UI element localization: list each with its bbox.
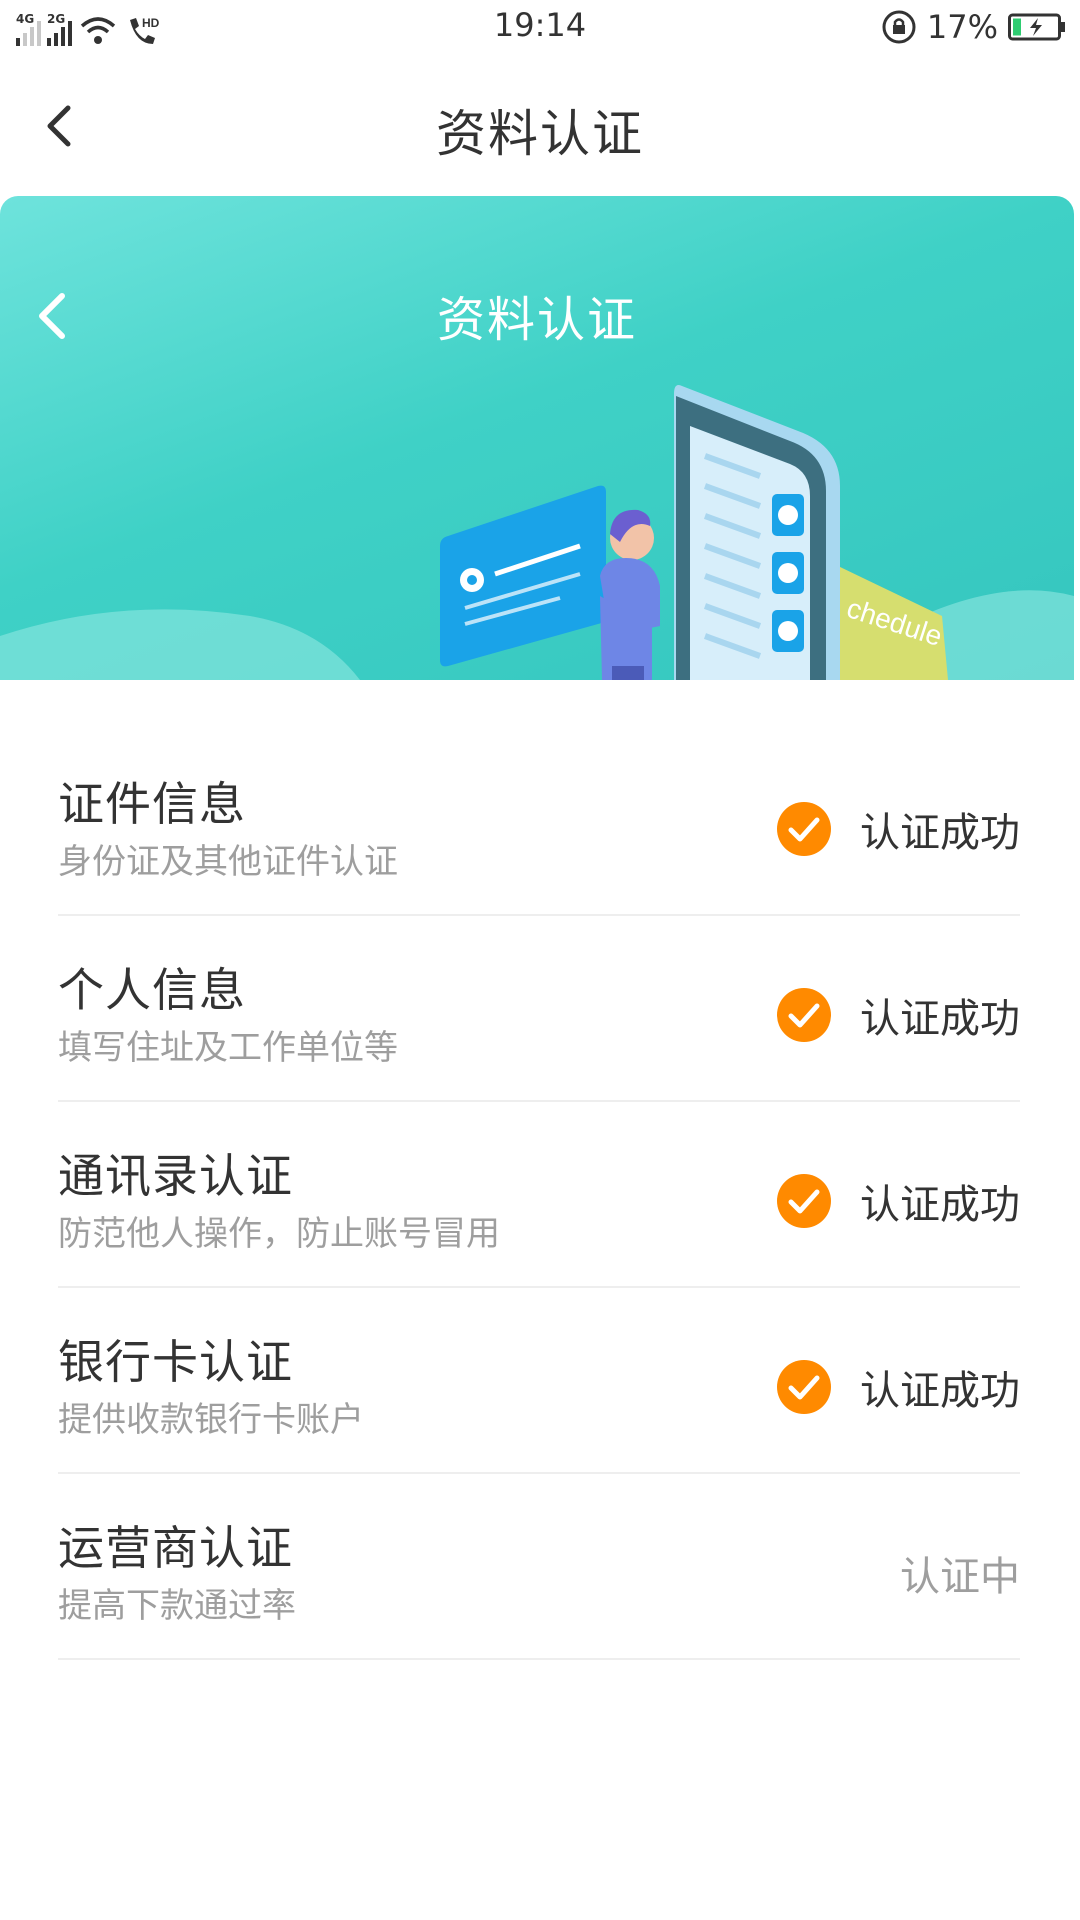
status-label: 认证成功	[860, 810, 1020, 856]
status-label: 认证成功	[860, 1182, 1020, 1228]
list-item-carrier[interactable]: 运营商认证 提高下款通过率 认证中	[58, 1474, 1020, 1660]
person-graphic	[600, 509, 660, 680]
item-subtitle: 身份证及其他证件认证	[58, 842, 398, 882]
list-item-personal-info[interactable]: 个人信息 填写住址及工作单位等 认证成功	[58, 916, 1020, 1102]
item-subtitle: 填写住址及工作单位等	[58, 1028, 398, 1068]
banner-title: 资料认证	[436, 292, 637, 348]
status-bar-right: 17%	[881, 8, 1066, 46]
item-title: 证件信息	[58, 777, 246, 831]
item-subtitle: 提供收款银行卡账户	[58, 1400, 364, 1440]
nav-bar: 资料认证	[0, 56, 1080, 196]
item-status: 认证中	[900, 1544, 1020, 1602]
item-title: 银行卡认证	[58, 1335, 293, 1389]
id-card-graphic	[440, 485, 606, 667]
verification-list: 证件信息 身份证及其他证件认证 认证成功 个人信息 填写住址及工作单位等 认证成…	[58, 730, 1020, 1660]
item-title: 通讯录认证	[58, 1149, 293, 1203]
item-status: 认证成功	[776, 1172, 1020, 1230]
check-circle-icon	[777, 802, 831, 856]
item-title: 个人信息	[58, 963, 246, 1017]
rotation-lock-icon	[882, 10, 916, 44]
battery-percent: 17%	[926, 8, 998, 46]
status-label: 认证中	[900, 1554, 1020, 1600]
banner-illustration: chedule	[0, 385, 1074, 680]
page-title: 资料认证	[436, 105, 644, 163]
status-label: 认证成功	[860, 1368, 1020, 1414]
status-bar: 4G 2G HD 19:14 17%	[0, 0, 1080, 56]
check-circle-icon	[777, 988, 831, 1042]
item-subtitle: 防范他人操作，防止账号冒用	[58, 1214, 500, 1254]
battery-charging-icon	[1008, 13, 1065, 41]
item-title: 运营商认证	[58, 1521, 293, 1575]
banner: chedule 资料认证	[0, 196, 1074, 680]
item-status: 认证成功	[776, 986, 1020, 1044]
item-status: 认证成功	[776, 800, 1020, 858]
list-item-bank-card[interactable]: 银行卡认证 提供收款银行卡账户 认证成功	[58, 1288, 1020, 1474]
check-circle-icon	[777, 1174, 831, 1228]
list-item-id-info[interactable]: 证件信息 身份证及其他证件认证 认证成功	[58, 730, 1020, 916]
list-item-contacts[interactable]: 通讯录认证 防范他人操作，防止账号冒用 认证成功	[58, 1102, 1020, 1288]
phone-graphic	[674, 385, 840, 680]
check-circle-icon	[777, 1360, 831, 1414]
item-status: 认证成功	[776, 1358, 1020, 1416]
status-label: 认证成功	[860, 996, 1020, 1042]
schedule-card-graphic: chedule	[838, 566, 948, 680]
item-subtitle: 提高下款通过率	[58, 1586, 296, 1626]
